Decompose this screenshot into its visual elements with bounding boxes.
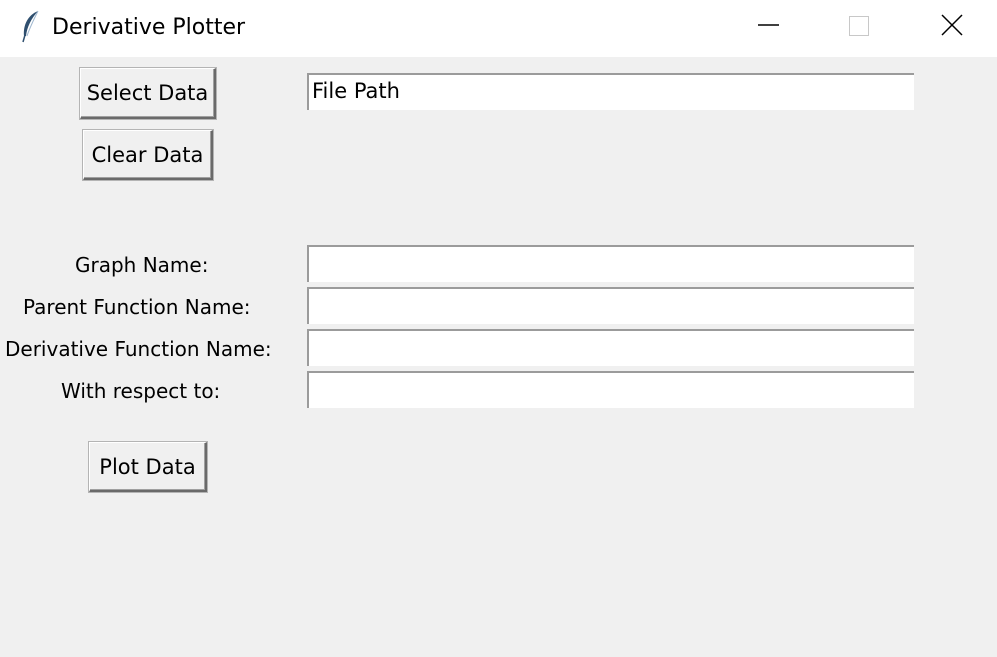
maximize-button[interactable] — [828, 0, 888, 50]
clear-data-button[interactable]: Clear Data — [83, 130, 213, 180]
parent-function-label: Parent Function Name: — [23, 295, 251, 319]
derivative-function-label: Derivative Function Name: — [5, 337, 272, 361]
close-button[interactable] — [921, 0, 981, 50]
feather-icon — [18, 9, 42, 43]
derivative-function-field[interactable] — [307, 329, 914, 366]
window-title: Derivative Plotter — [52, 15, 246, 40]
parent-function-field[interactable] — [307, 287, 914, 324]
respect-to-label: With respect to: — [61, 379, 221, 403]
title-bar[interactable]: Derivative Plotter — [0, 0, 997, 57]
select-data-button[interactable]: Select Data — [80, 68, 216, 119]
plot-data-button[interactable]: Plot Data — [89, 442, 207, 492]
respect-to-field[interactable] — [307, 371, 914, 408]
minimize-button[interactable] — [738, 0, 798, 50]
graph-name-label: Graph Name: — [75, 253, 209, 277]
file-path-field[interactable]: File Path — [307, 73, 914, 110]
graph-name-field[interactable] — [307, 245, 914, 282]
